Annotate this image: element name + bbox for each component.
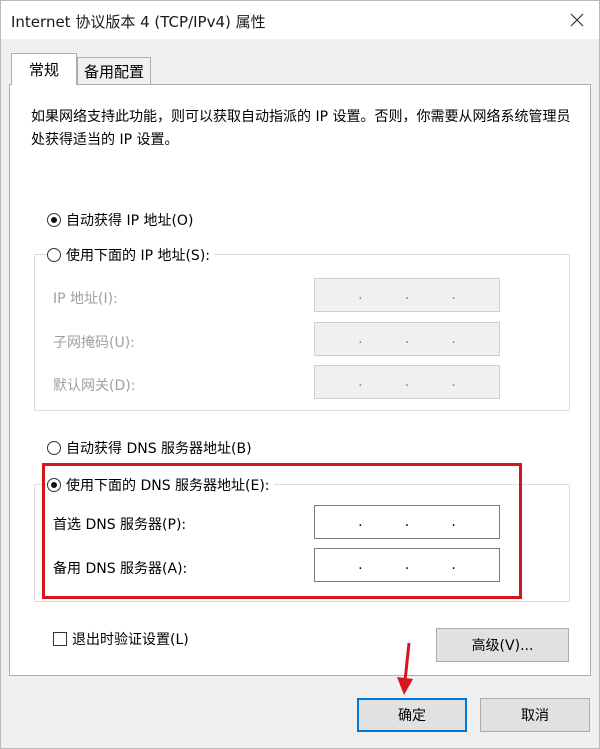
radio-manual-dns[interactable]: 使用下面的 DNS 服务器地址(E): — [47, 475, 274, 495]
radio-manual-ip[interactable]: 使用下面的 IP 地址(S): — [47, 245, 214, 265]
radio-manual-ip-indicator[interactable] — [47, 248, 61, 262]
dns-group-box — [34, 484, 570, 602]
radio-auto-ip-indicator[interactable] — [47, 213, 61, 227]
preferred-dns-dot: . — [451, 514, 456, 530]
preferred-dns-dot: . — [404, 514, 410, 530]
close-icon — [570, 13, 584, 27]
radio-auto-dns-label: 自动获得 DNS 服务器地址(B) — [66, 441, 252, 457]
tab-alternate-config[interactable]: 备用配置 — [77, 57, 151, 85]
radio-auto-dns[interactable]: 自动获得 DNS 服务器地址(B) — [47, 438, 256, 458]
radio-auto-ip-label: 自动获得 IP 地址(O) — [66, 213, 194, 229]
close-button[interactable] — [555, 1, 599, 39]
preferred-dns-label: 首选 DNS 服务器(P): — [53, 517, 187, 533]
default-gateway-dot: . — [451, 374, 456, 390]
validate-settings-label: 退出时验证设置(L) — [72, 632, 189, 648]
radio-manual-ip-label: 使用下面的 IP 地址(S): — [66, 248, 210, 264]
ip-address-label: IP 地址(I): — [53, 291, 118, 307]
subnet-mask-dot: . — [404, 331, 410, 347]
tab-general[interactable]: 常规 — [11, 53, 77, 85]
validate-settings-checkbox-box[interactable] — [53, 632, 67, 646]
default-gateway-input[interactable]: . . . — [314, 365, 500, 399]
ip-address-input[interactable]: . . . — [314, 278, 500, 312]
radio-manual-dns-label: 使用下面的 DNS 服务器地址(E): — [66, 478, 270, 494]
validate-settings-checkbox[interactable]: 退出时验证设置(L) — [53, 629, 189, 649]
cancel-button[interactable]: 取消 — [480, 698, 590, 732]
default-gateway-dot: . — [358, 374, 363, 390]
subnet-mask-dot: . — [358, 331, 363, 347]
ip-address-dot: . — [358, 287, 363, 303]
default-gateway-label: 默认网关(D): — [53, 378, 136, 394]
subnet-mask-label: 子网掩码(U): — [53, 335, 135, 351]
title-bar: Internet 协议版本 4 (TCP/IPv4) 属性 — [1, 1, 599, 39]
radio-auto-ip[interactable]: 自动获得 IP 地址(O) — [47, 210, 198, 230]
radio-manual-dns-indicator[interactable] — [47, 478, 61, 492]
ip-address-dot: . — [404, 287, 410, 303]
description-text: 如果网络支持此功能，则可以获取自动指派的 IP 设置。否则，你需要从网络系统管理… — [31, 109, 571, 148]
alternate-dns-dot: . — [451, 557, 456, 573]
ip-address-dot: . — [451, 287, 456, 303]
subnet-mask-input[interactable]: . . . — [314, 322, 500, 356]
ok-button[interactable]: 确定 — [357, 698, 467, 732]
preferred-dns-dot: . — [358, 514, 363, 530]
window-title: Internet 协议版本 4 (TCP/IPv4) 属性 — [11, 13, 266, 31]
alternate-dns-input[interactable]: . . . — [314, 548, 500, 582]
advanced-button-label: 高级(V)... — [471, 638, 534, 654]
tab-alternate-config-label: 备用配置 — [83, 62, 144, 81]
ok-button-label: 确定 — [398, 708, 426, 724]
alternate-dns-dot: . — [358, 557, 363, 573]
cancel-button-label: 取消 — [521, 708, 549, 724]
alternate-dns-label: 备用 DNS 服务器(A): — [53, 561, 188, 577]
tab-general-label: 常规 — [28, 61, 59, 79]
alternate-dns-dot: . — [404, 557, 410, 573]
dialog-window: Internet 协议版本 4 (TCP/IPv4) 属性 常规 备用配置 如果… — [0, 0, 600, 749]
subnet-mask-dot: . — [451, 331, 456, 347]
default-gateway-dot: . — [404, 374, 410, 390]
preferred-dns-input[interactable]: . . . — [314, 505, 500, 539]
advanced-button[interactable]: 高级(V)... — [436, 628, 569, 662]
radio-auto-dns-indicator[interactable] — [47, 441, 61, 455]
